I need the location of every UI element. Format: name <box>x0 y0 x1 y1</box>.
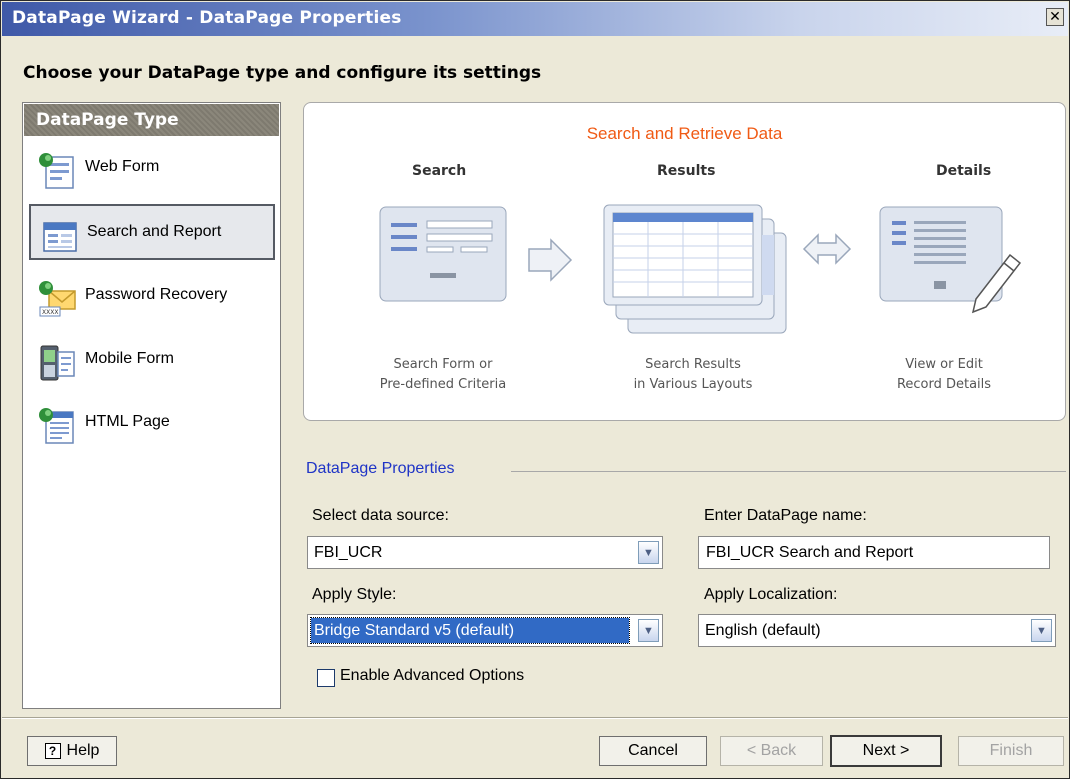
help-icon: ? <box>44 743 61 759</box>
column-head-details: Details <box>936 163 992 179</box>
record-details-illustration <box>879 206 1022 314</box>
column-head-search: Search <box>412 163 467 179</box>
properties-divider <box>511 471 1066 472</box>
caption-details: View or Edit Record Details <box>896 357 992 392</box>
style-select[interactable]: Bridge Standard v5 (default) ▼ <box>307 614 663 647</box>
search-results-illustration <box>603 204 787 334</box>
datapage-type-header-label: DataPage Type <box>36 110 179 130</box>
data-source-value: FBI_UCR <box>314 544 383 561</box>
search-report-icon <box>43 222 77 252</box>
search-form-illustration <box>379 206 507 302</box>
footer-divider <box>2 717 1068 719</box>
type-item-web-form[interactable]: Web Form <box>29 141 275 197</box>
data-source-select[interactable]: FBI_UCR ▼ <box>307 536 663 569</box>
advanced-options-label[interactable]: Enable Advanced Options <box>340 667 524 685</box>
datapage-type-header: DataPage Type <box>24 104 279 136</box>
mobile-form-icon <box>40 345 75 381</box>
style-value: Bridge Standard v5 (default) <box>310 617 630 644</box>
style-label: Apply Style: <box>312 586 397 603</box>
page-name-label: Enter DataPage name: <box>704 507 867 524</box>
finish-button[interactable]: Finish <box>958 736 1064 766</box>
back-button[interactable]: < Back <box>720 736 823 766</box>
type-item-mobile-form[interactable]: Mobile Form <box>29 333 275 389</box>
type-item-label: Mobile Form <box>85 350 174 367</box>
page-name-input[interactable] <box>699 537 1049 568</box>
wizard-window: DataPage Wizard - DataPage Properties ✕ … <box>0 0 1070 779</box>
chevron-down-icon[interactable]: ▼ <box>638 619 659 642</box>
chevron-down-icon[interactable]: ▼ <box>638 541 659 564</box>
localization-label: Apply Localization: <box>704 586 838 603</box>
help-button-label: Help <box>66 742 100 759</box>
window-title: DataPage Wizard - DataPage Properties <box>12 8 402 28</box>
type-item-search-and-report[interactable]: Search and Report <box>29 204 275 260</box>
html-page-icon <box>39 408 74 444</box>
wizard-subtitle: Choose your DataPage type and configure … <box>23 63 542 83</box>
advanced-options-checkbox[interactable] <box>317 669 335 687</box>
arrow-right-icon <box>528 238 573 282</box>
title-bar: DataPage Wizard - DataPage Properties ✕ <box>2 2 1068 36</box>
caption-search: Search Form or Pre-defined Criteria <box>379 357 507 392</box>
double-arrow-icon <box>802 233 852 265</box>
type-item-label: Search and Report <box>87 223 222 240</box>
type-item-password-recovery[interactable]: XXXX Password Recovery <box>29 269 275 325</box>
help-button[interactable]: ? Help <box>27 736 117 766</box>
web-form-icon <box>39 153 74 189</box>
close-icon[interactable]: ✕ <box>1046 8 1064 26</box>
type-item-label: HTML Page <box>85 413 170 430</box>
type-item-html-page[interactable]: HTML Page <box>29 396 275 452</box>
type-item-label: Web Form <box>85 158 160 175</box>
next-button[interactable]: Next > <box>830 735 942 767</box>
caption-results: Search Results in Various Layouts <box>633 357 753 392</box>
datapage-type-overview: Search and Retrieve Data Search Results … <box>303 102 1066 421</box>
svg-text:XXXX: XXXX <box>42 309 58 316</box>
page-name-field[interactable] <box>698 536 1050 569</box>
data-source-label: Select data source: <box>312 507 449 524</box>
chevron-down-icon[interactable]: ▼ <box>1031 619 1052 642</box>
cancel-button[interactable]: Cancel <box>599 736 707 766</box>
localization-select[interactable]: English (default) ▼ <box>698 614 1056 647</box>
column-head-results: Results <box>657 163 716 179</box>
type-item-label: Password Recovery <box>85 286 228 303</box>
overview-title: Search and Retrieve Data <box>586 124 783 143</box>
properties-legend: DataPage Properties <box>306 460 455 477</box>
password-recovery-icon: XXXX <box>39 281 76 317</box>
localization-value: English (default) <box>705 622 821 639</box>
datapage-type-list: DataPage Type Web Form Search and Report… <box>22 102 281 709</box>
